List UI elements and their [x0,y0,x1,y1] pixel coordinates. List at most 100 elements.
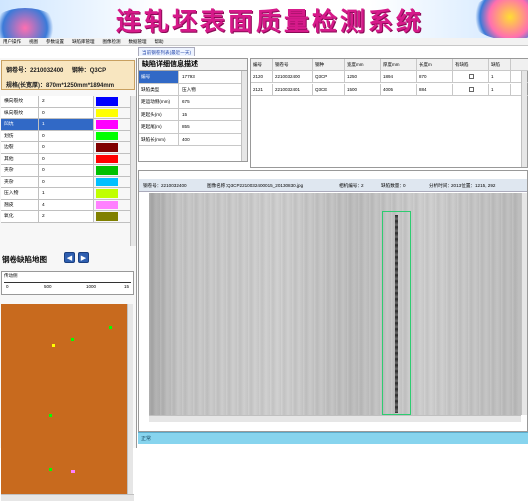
has-defect-checkbox[interactable] [469,74,474,80]
legend-scrollbar[interactable] [130,96,136,246]
detail-row[interactable]: 距起尾(m) 855 [139,121,247,134]
defect-color-swatch [96,131,118,140]
ruler-tick: 500 [44,284,52,289]
has-defect-checkbox[interactable] [469,87,474,93]
camera-value: 2 [361,183,364,188]
menu-help[interactable]: 帮助 [155,39,164,45]
defect-marker[interactable] [49,414,52,417]
detail-row[interactable]: 缺陷类型 压入物 [139,83,247,96]
defect-type-name: 划伤 [1,130,39,141]
table-cell: 1 [489,84,511,95]
table-cell: 870 [417,71,453,82]
column-header: 缺陷 [489,59,511,70]
detail-row[interactable]: 编号 17793 [139,71,247,84]
defect-legend-row[interactable]: 凹坑 1 [1,119,131,131]
defect-legend-row[interactable]: 划伤 0 [1,130,131,142]
defect-color-swatch [96,97,118,106]
detail-row[interactable]: 距运动侧(mm) 675 [139,96,247,109]
defect-marker[interactable] [109,326,112,329]
coil-defect-map[interactable] [1,304,127,494]
analysis-time-label: 分析时间： [429,183,452,188]
menu-bar: 用户操作 视图 参数设置 缺陷库管理 图像检测 数据管理 帮助 [0,38,528,46]
image-steel-label: 钢卷号： [143,183,162,188]
steel-surface-image[interactable] [149,193,521,415]
table-cell: Q3CE [313,84,345,95]
defect-legend-row[interactable]: 压入物 1 [1,188,131,200]
detail-value: 15 [182,111,188,117]
defect-type-name: 氧化 [1,211,39,222]
defect-legend-row[interactable]: 夹杂 0 [1,176,131,188]
defect-image-panel: 钢卷号： 2210032400 图像名称： Q3CP2210032400015_… [138,170,528,432]
defect-type-name: 纵向裂纹 [1,107,39,118]
defect-marker[interactable] [71,338,74,341]
defect-legend-row[interactable]: 其他 0 [1,153,131,165]
defect-marker[interactable] [71,470,75,473]
defect-legend-row[interactable]: 横向裂纹 2 [1,96,131,108]
detail-key: 缺陷类型 [139,83,179,95]
coil-list-scrollbar[interactable] [521,71,527,167]
defect-color-swatch [96,189,118,198]
spec-label: 规格(长宽厚)： [6,83,46,89]
defect-legend-row[interactable]: 翘皮 4 [1,199,131,211]
image-vertical-scrollbar[interactable] [521,193,527,415]
detail-row[interactable]: 距起头(m) 15 [139,108,247,121]
detail-value: 17793 [182,74,195,79]
menu-view[interactable]: 视图 [29,39,38,45]
menu-settings[interactable]: 参数设置 [46,39,64,45]
image-horizontal-scrollbar[interactable] [149,415,521,422]
detail-value: 675 [182,99,190,104]
defect-type-count: 0 [39,165,94,176]
grade-label: 钢种： [71,68,90,74]
camera-label: 相机编号： [339,183,362,188]
steel-no-label: 钢卷号： [6,68,31,74]
column-header: 长度m [417,59,453,70]
defect-legend-row[interactable]: 夹杂 0 [1,165,131,177]
table-row[interactable]: 2120 2210032400 Q3CP 1250 1894 870 1 [251,71,528,83]
detail-row[interactable]: 缺陷长(mm) 400 [139,133,247,146]
table-row[interactable]: 2121 2210032401 Q3CE 1500 4005 884 1 [251,84,528,96]
defect-marker[interactable] [49,468,52,471]
detail-key: 距运动侧(mm) [139,96,179,108]
defect-type-name: 翘皮 [1,199,39,210]
defect-legend-row[interactable]: 纵向裂纹 0 [1,107,131,119]
defect-count-label: 缺陷数量： [381,183,404,188]
defect-legend-row[interactable]: 边裂 0 [1,142,131,154]
prev-coil-button[interactable]: ◀ [64,252,75,263]
detail-scrollbar[interactable] [241,71,247,161]
defect-type-count: 0 [39,142,94,153]
defect-marker[interactable] [52,344,55,347]
defect-type-name: 压入物 [1,188,39,199]
menu-data-management[interactable]: 数据管理 [129,39,147,45]
table-cell: 2120 [251,71,273,82]
map-horizontal-scrollbar[interactable] [1,494,134,501]
map-ruler: 传动侧 0 500 1000 15 [1,271,134,295]
image-steel-no: 2210032400 [161,183,187,188]
menu-defect-library[interactable]: 缺陷库管理 [72,39,95,45]
tab-current-coil-list[interactable]: 当前钢卷列表(最近一天) [138,47,195,56]
defect-color-swatch [96,108,118,117]
column-header: 钢种 [313,59,345,70]
detail-value: 压入物 [182,86,196,92]
defect-type-count: 2 [39,96,94,107]
app-banner: 连轧坯表面质量检测系统 [0,0,528,38]
menu-user[interactable]: 用户操作 [3,39,21,45]
next-coil-button[interactable]: ▶ [78,252,89,263]
image-name: Q3CP2210032400015_20130830.jpg [227,183,304,188]
defect-legend-row[interactable]: 氧化 2 [1,211,131,223]
column-header: 有缺陷 [453,59,489,70]
detail-header: 缺陷详细信息描述 [139,59,247,71]
steel-info-panel: 钢卷号：2210032400 钢种：Q3CP 规格(长宽厚)：870m*1250… [1,60,135,90]
defect-color-swatch [96,212,118,221]
defect-type-count: 1 [39,188,94,199]
detail-value: 400 [182,136,190,142]
image-info-bar: 钢卷号： 2210032400 图像名称： Q3CP2210032400015_… [139,179,527,192]
column-header: 宽度mm [345,59,381,70]
table-cell: 1 [489,71,511,82]
defect-type-name: 其他 [1,153,39,164]
map-vertical-scrollbar[interactable] [127,304,133,494]
defect-color-swatch [96,120,118,129]
grade-value: Q3CP [89,68,107,74]
defect-color-swatch [96,154,118,163]
menu-image-detection[interactable]: 图像检测 [103,39,121,45]
defect-type-name: 横向裂纹 [1,96,39,107]
